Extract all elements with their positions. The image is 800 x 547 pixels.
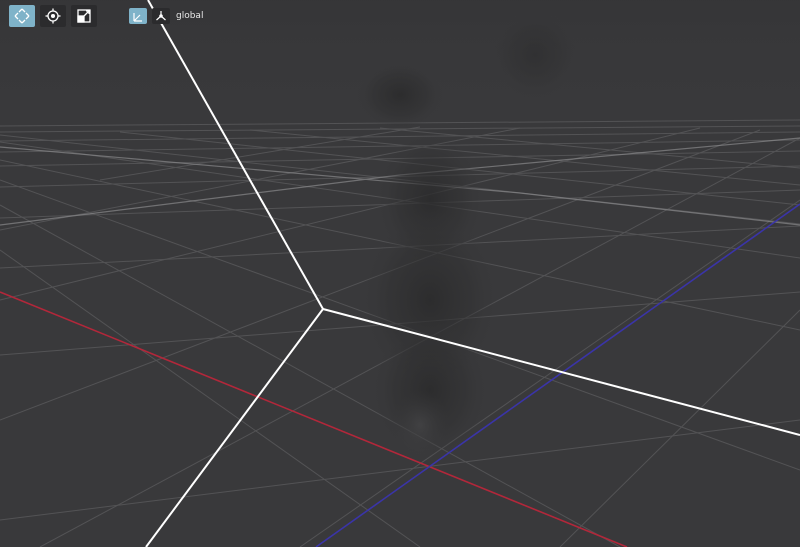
rotate-tool-button[interactable] — [40, 5, 66, 27]
scale-tool-button[interactable] — [71, 5, 97, 27]
scale-icon — [77, 9, 91, 23]
space-mode-label: global — [176, 11, 204, 21]
local-space-button[interactable] — [129, 8, 147, 24]
scene-viewport[interactable] — [0, 0, 800, 547]
rotate-icon — [45, 8, 61, 24]
move-tool-button[interactable] — [9, 5, 35, 27]
global-space-icon — [156, 11, 166, 21]
move-icon — [14, 8, 30, 24]
global-space-button[interactable] — [152, 8, 170, 24]
transform-toolbar: global — [9, 5, 203, 27]
local-space-icon — [133, 13, 142, 22]
